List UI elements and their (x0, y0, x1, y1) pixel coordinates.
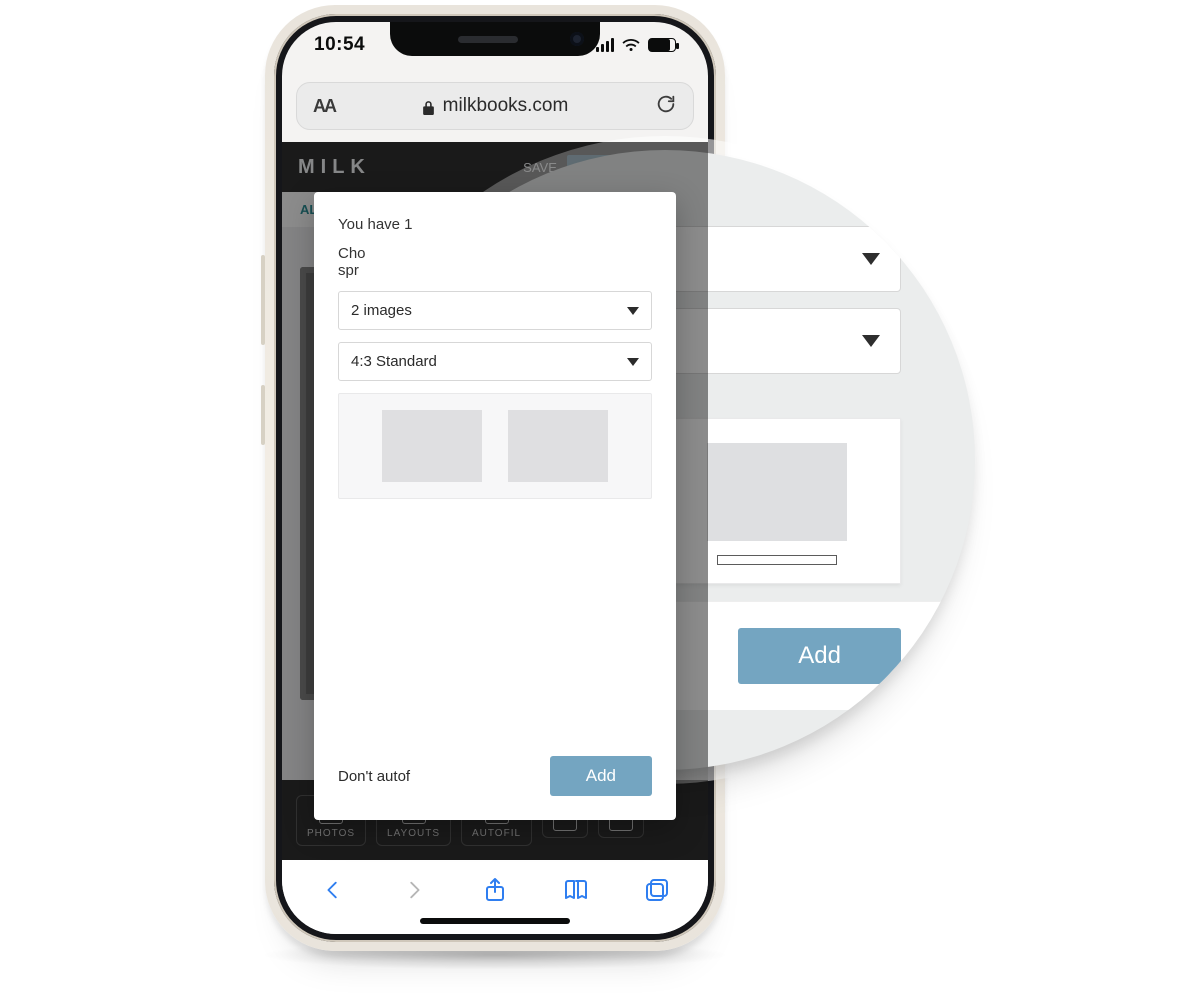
chevron-down-icon (627, 358, 639, 366)
cellular-signal-icon (596, 38, 614, 52)
tabs-icon[interactable] (643, 876, 671, 904)
dialog-choose-message: Cho spr (338, 245, 652, 279)
placeholder-image (707, 443, 847, 541)
dialog-ratio-select[interactable]: 4:3 Standard (338, 342, 652, 381)
phone-mockup: 10:54 AA milkbooks.com (265, 5, 725, 951)
bookmarks-icon[interactable] (562, 876, 590, 904)
layout-preview (338, 393, 652, 499)
chevron-down-icon (862, 335, 880, 347)
dont-autofill-link[interactable]: Don't autof (338, 768, 410, 785)
chevron-down-icon (627, 307, 639, 315)
text-size-button[interactable]: AA (313, 96, 335, 117)
placeholder-image (508, 410, 608, 482)
dialog-count-message: You have 1 (338, 216, 652, 233)
zoom-add-button[interactable]: Add (738, 628, 901, 684)
forward-button[interactable] (400, 876, 428, 904)
autofill-dialog: You have 1 Cho spr 2 images 4:3 Standard (314, 192, 676, 820)
back-button[interactable] (319, 876, 347, 904)
lock-icon (422, 99, 435, 114)
status-bar: 10:54 (282, 22, 708, 68)
safari-address-bar[interactable]: AA milkbooks.com (296, 82, 694, 130)
status-time: 10:54 (314, 34, 365, 56)
dialog-count-select[interactable]: 2 images (338, 291, 652, 330)
wifi-icon (622, 38, 640, 52)
add-button[interactable]: Add (550, 756, 652, 796)
address-domain: milkbooks.com (443, 95, 569, 117)
battery-icon (648, 38, 676, 52)
share-icon[interactable] (481, 876, 509, 904)
chevron-down-icon (862, 253, 880, 265)
reload-icon[interactable] (655, 93, 677, 120)
app-viewport: MILK SAVE BUY NOW ALL PAGES | COVER (282, 142, 708, 860)
placeholder-image (382, 410, 482, 482)
home-indicator[interactable] (420, 918, 570, 924)
placeholder-caption (717, 555, 837, 565)
